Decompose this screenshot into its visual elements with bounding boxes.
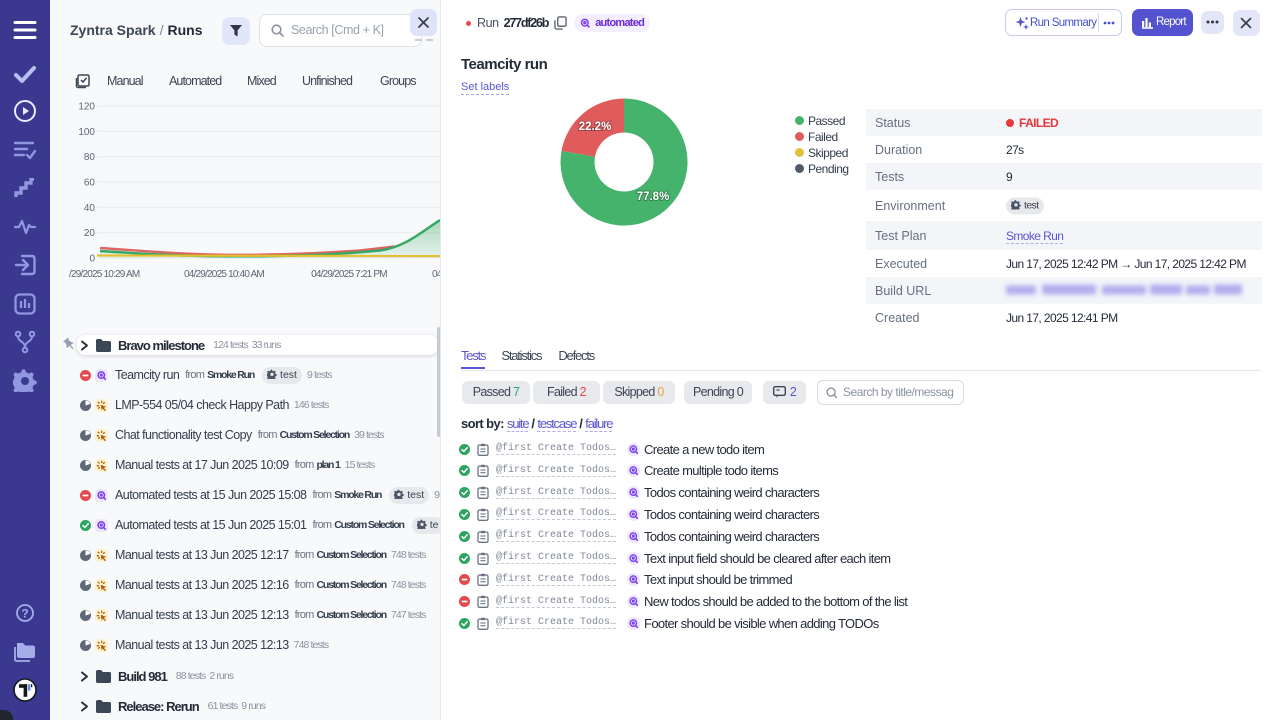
svg-text:77.8%: 77.8% <box>637 191 670 203</box>
svg-text:04/29/2025 10:40 AM: 04/29/2025 10:40 AM <box>184 269 264 280</box>
svg-text:80: 80 <box>84 152 96 163</box>
svg-text:04: 04 <box>432 269 440 280</box>
svg-text:40: 40 <box>84 203 96 214</box>
svg-text:?: ? <box>21 607 28 621</box>
svg-text:22.2%: 22.2% <box>579 121 612 133</box>
svg-text:/29/2025 10:29 AM: /29/2025 10:29 AM <box>69 269 140 280</box>
svg-text:120: 120 <box>78 102 95 113</box>
svg-text:04/29/2025 7:21 PM: 04/29/2025 7:21 PM <box>311 269 387 280</box>
svg-text:20: 20 <box>84 228 96 239</box>
svg-text:100: 100 <box>78 127 95 138</box>
svg-text:60: 60 <box>84 178 96 189</box>
svg-text:0: 0 <box>89 254 95 265</box>
